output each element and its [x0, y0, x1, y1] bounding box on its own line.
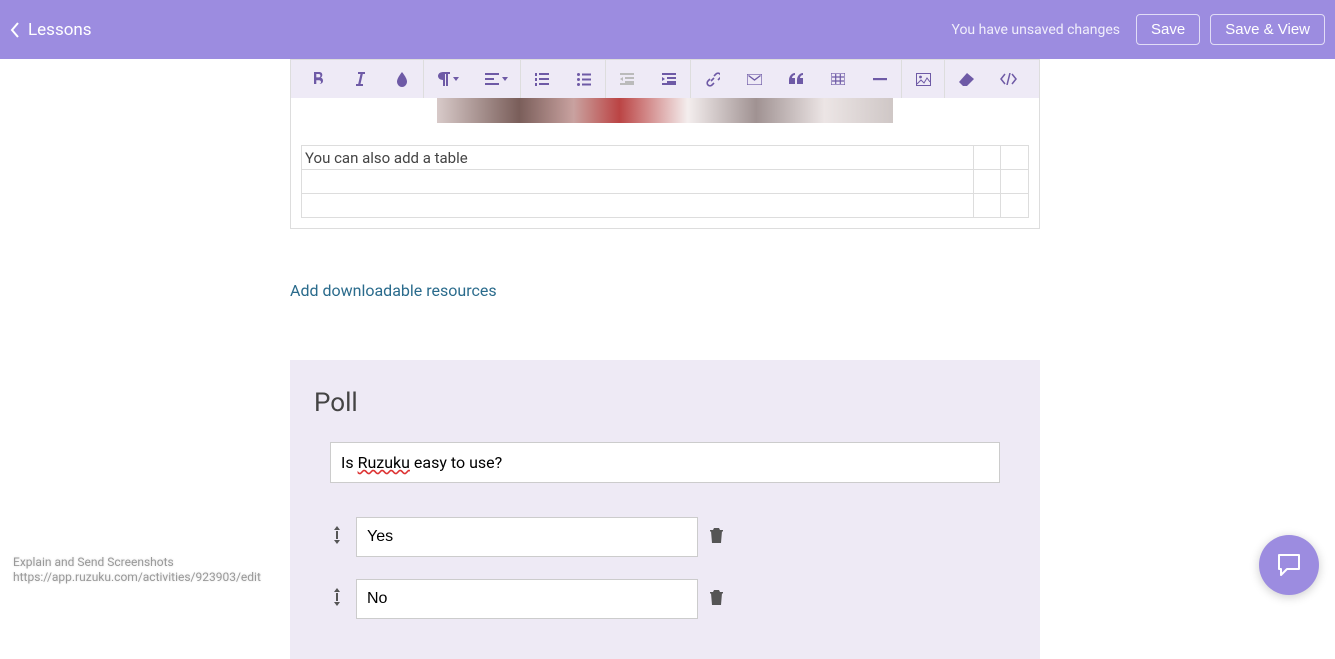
- clear-format-button[interactable]: [945, 60, 987, 98]
- unsaved-changes-text: You have unsaved changes: [951, 22, 1120, 38]
- trash-icon: [710, 590, 723, 605]
- code-view-button[interactable]: [987, 60, 1029, 98]
- inline-image[interactable]: [437, 98, 893, 123]
- delete-option-button[interactable]: [710, 590, 728, 609]
- caption-line1: Explain and Send Screenshots: [13, 555, 261, 570]
- email-button[interactable]: [733, 60, 775, 98]
- back-label: Lessons: [28, 20, 92, 40]
- indent-button[interactable]: [648, 60, 690, 98]
- table-cell[interactable]: [973, 146, 1001, 170]
- screenshot-caption: Explain and Send Screenshots https://app…: [13, 555, 261, 585]
- horizontal-rule-button[interactable]: [859, 60, 901, 98]
- editor-panel: You can also add a table: [290, 59, 1040, 229]
- table-cell[interactable]: [302, 194, 974, 218]
- top-bar: Lessons You have unsaved changes Save Sa…: [0, 0, 1335, 59]
- poll-option-input[interactable]: [356, 579, 698, 619]
- poll-option-row: [332, 579, 1016, 619]
- back-to-lessons-button[interactable]: Lessons: [10, 20, 92, 40]
- poll-panel: Poll Is Ruzuku easy to use?: [290, 360, 1040, 659]
- quote-icon: [789, 73, 803, 85]
- poll-option-input[interactable]: [356, 517, 698, 557]
- text-color-button[interactable]: [381, 60, 423, 98]
- tint-icon: [396, 72, 408, 87]
- table-cell[interactable]: [1001, 194, 1029, 218]
- table-icon: [831, 73, 845, 85]
- table-row[interactable]: You can also add a table: [302, 146, 1029, 170]
- editor-toolbar: [291, 60, 1039, 98]
- caption-line2: https://app.ruzuku.com/activities/923903…: [13, 570, 261, 585]
- ordered-list-icon: [535, 73, 549, 86]
- table-row[interactable]: [302, 194, 1029, 218]
- poll-question-text-mid: Ruzuku: [358, 453, 410, 472]
- poll-question-text-suffix: easy to use?: [410, 453, 502, 472]
- outdent-button[interactable]: [606, 60, 648, 98]
- table-cell[interactable]: [1001, 146, 1029, 170]
- align-button[interactable]: [472, 60, 520, 98]
- drag-handle-icon[interactable]: [332, 526, 344, 548]
- link-icon: [705, 72, 720, 87]
- align-left-icon: [485, 73, 499, 85]
- table-cell[interactable]: You can also add a table: [302, 146, 974, 170]
- chevron-left-icon: [10, 22, 20, 38]
- poll-question-text-prefix: Is: [341, 453, 358, 472]
- table-cell[interactable]: [973, 170, 1001, 194]
- indent-icon: [662, 73, 676, 85]
- quote-button[interactable]: [775, 60, 817, 98]
- bold-button[interactable]: [297, 60, 339, 98]
- unordered-list-button[interactable]: [563, 60, 605, 98]
- italic-icon: [355, 72, 365, 86]
- table-button[interactable]: [817, 60, 859, 98]
- save-button[interactable]: Save: [1136, 14, 1200, 45]
- bold-icon: [312, 72, 325, 86]
- poll-option-row: [332, 517, 1016, 557]
- envelope-icon: [747, 74, 762, 85]
- add-downloadable-resources-link[interactable]: Add downloadable resources: [290, 281, 1040, 300]
- eraser-icon: [959, 73, 974, 86]
- paragraph-format-button[interactable]: [424, 60, 472, 98]
- image-button[interactable]: [902, 60, 944, 98]
- editor-table[interactable]: You can also add a table: [301, 145, 1029, 218]
- poll-question-input[interactable]: Is Ruzuku easy to use?: [330, 442, 1000, 483]
- ordered-list-button[interactable]: [521, 60, 563, 98]
- table-cell[interactable]: [302, 170, 974, 194]
- chat-icon: [1275, 551, 1303, 579]
- trash-icon: [710, 528, 723, 543]
- outdent-icon: [620, 73, 634, 85]
- unordered-list-icon: [577, 73, 591, 86]
- link-button[interactable]: [691, 60, 733, 98]
- table-cell[interactable]: [1001, 170, 1029, 194]
- delete-option-button[interactable]: [710, 528, 728, 547]
- code-icon: [1000, 73, 1017, 85]
- image-icon: [916, 73, 931, 86]
- table-row[interactable]: [302, 170, 1029, 194]
- table-cell[interactable]: [973, 194, 1001, 218]
- minus-icon: [873, 78, 887, 81]
- save-and-view-button[interactable]: Save & View: [1210, 14, 1325, 45]
- italic-button[interactable]: [339, 60, 381, 98]
- pilcrow-icon: [438, 72, 450, 86]
- poll-title: Poll: [314, 388, 1016, 418]
- help-chat-button[interactable]: [1259, 535, 1319, 595]
- main-content: You can also add a table Add downloadabl…: [290, 59, 1040, 659]
- drag-handle-icon[interactable]: [332, 588, 344, 610]
